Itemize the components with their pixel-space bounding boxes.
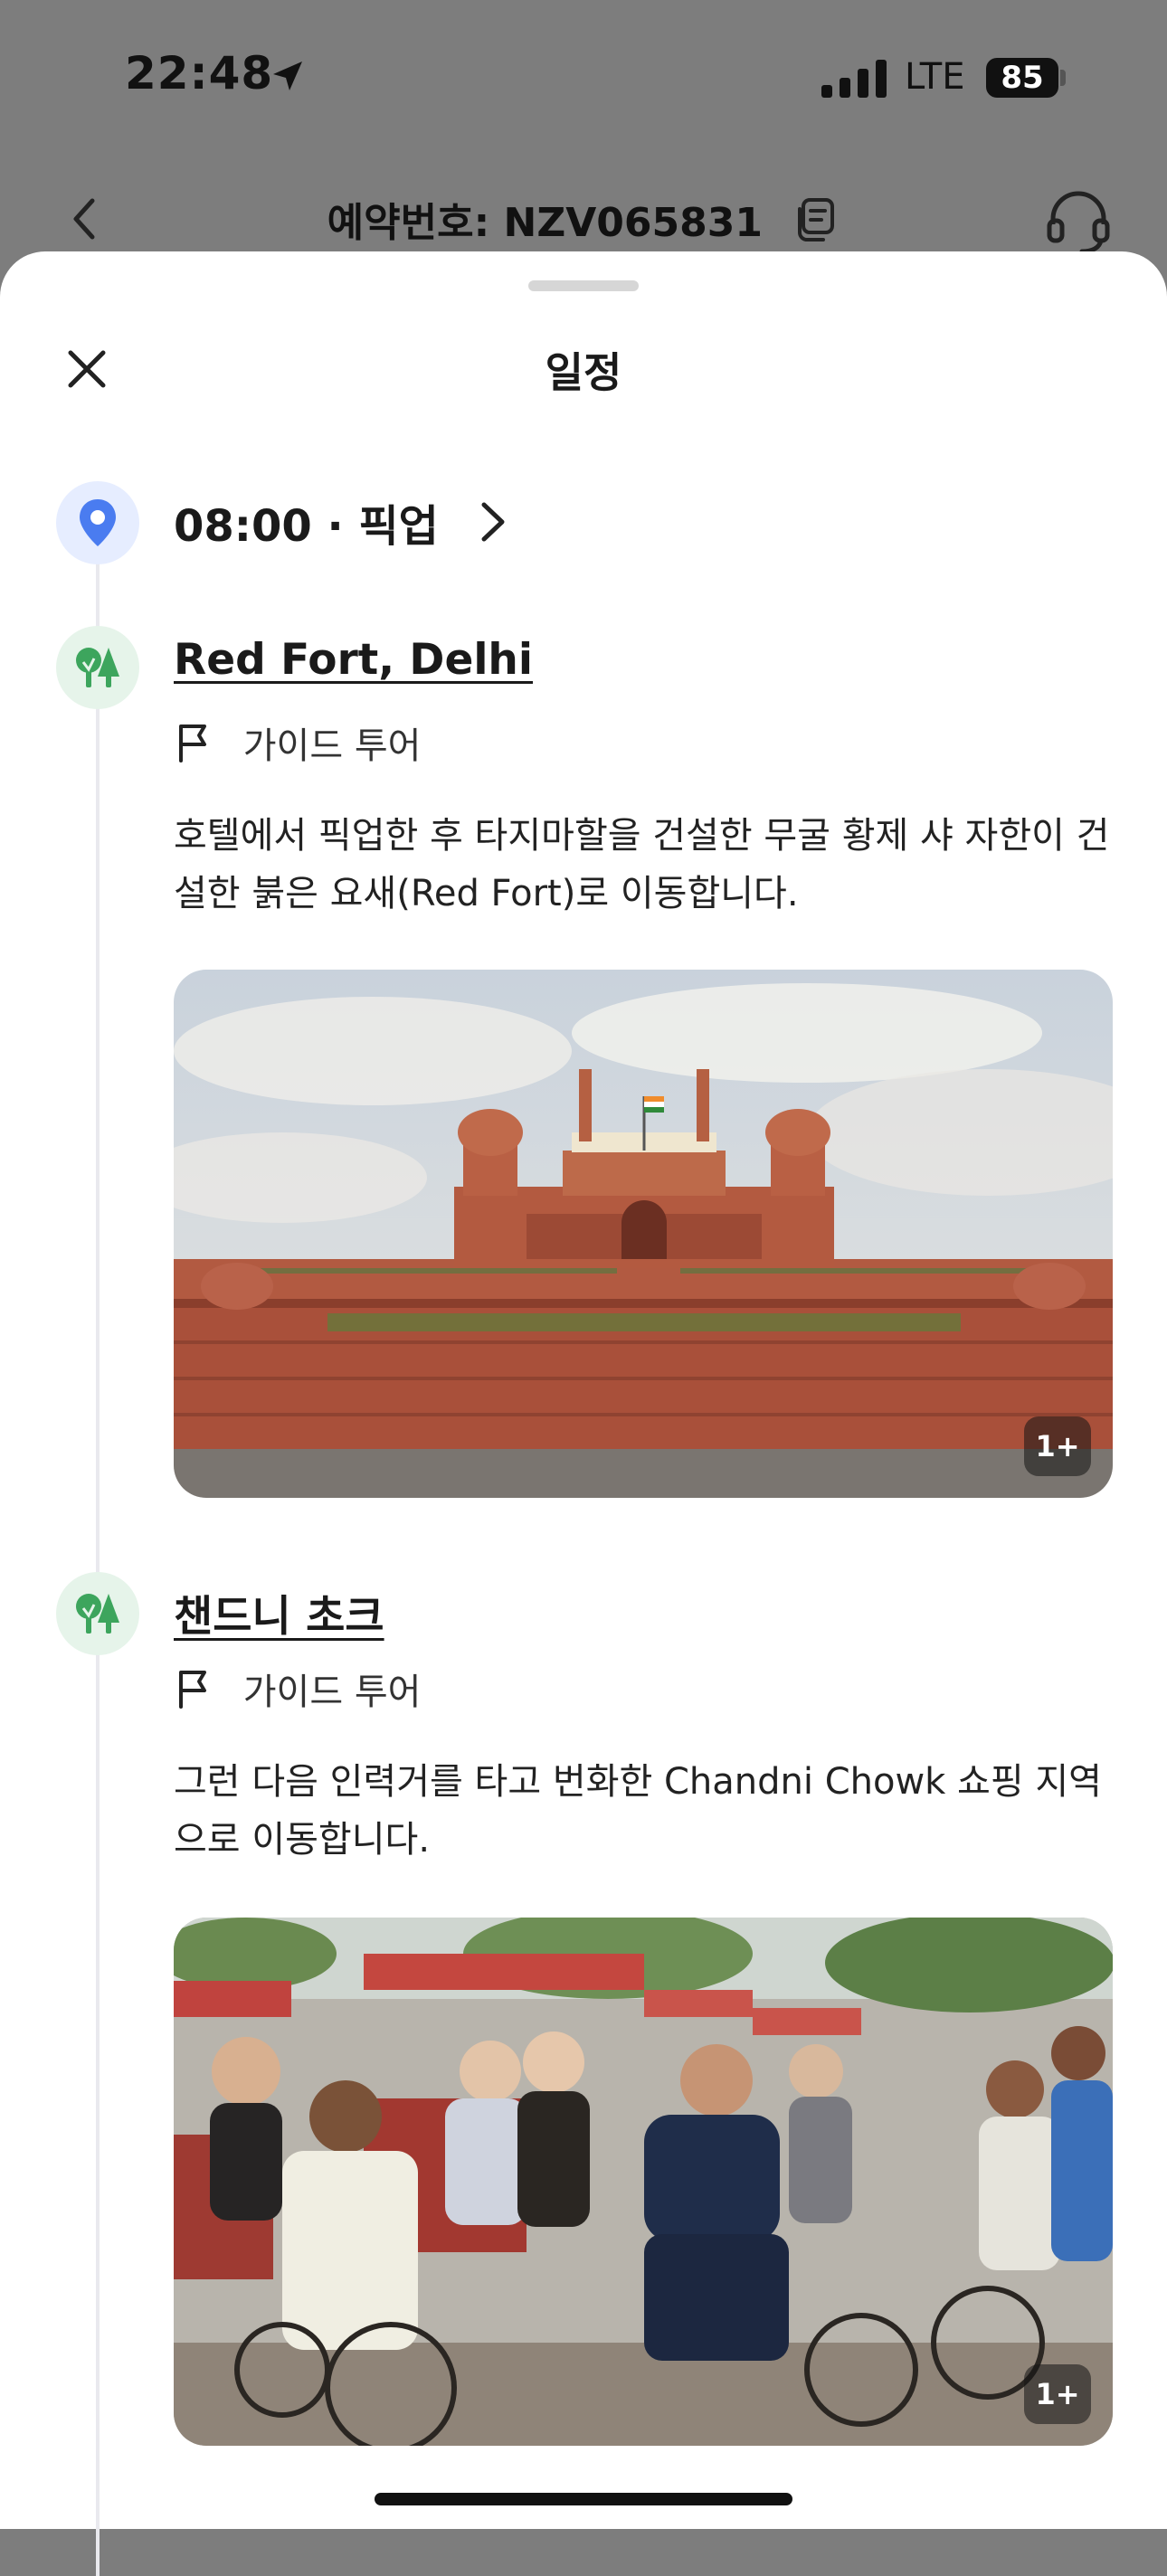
sheet-drag-handle[interactable] <box>528 280 639 291</box>
stop-tag: 가이드 투어 <box>174 716 421 769</box>
location-arrow-icon <box>273 62 302 90</box>
booking-number-text: 예약번호: NZV065831 <box>327 200 763 246</box>
itinerary-sheet: 일정 08:00 · 픽업 Red Fort, Delhi 가이드 투어 호텔에… <box>0 251 1167 2576</box>
flag-icon <box>179 1671 206 1709</box>
home-indicator <box>375 2493 792 2505</box>
pickup-link[interactable]: 08:00 · 픽업 <box>174 490 509 554</box>
booking-number: 예약번호: NZV065831 <box>0 190 1167 248</box>
stop-photo[interactable]: 1+ <box>174 970 1113 1498</box>
photo-count-badge: 1+ <box>1024 1416 1091 1476</box>
stop-title-link[interactable]: Red Fort, Delhi <box>174 635 533 685</box>
network-type: LTE <box>905 56 965 98</box>
cellular-signal-icon <box>821 60 887 98</box>
stop-description: 호텔에서 픽업한 후 타지마할을 건설한 무굴 황제 샤 자한이 건설한 붉은 … <box>174 815 1110 914</box>
stop-marker <box>56 1572 139 1655</box>
timeline-line <box>96 541 100 2576</box>
stop-photo[interactable]: 1+ <box>174 1918 1113 2446</box>
stop-tag-label: 가이드 투어 <box>242 1672 422 1713</box>
copy-icon[interactable] <box>791 194 840 243</box>
chevron-right-icon <box>481 502 505 542</box>
stop-tag-label: 가이드 투어 <box>242 725 422 767</box>
battery-icon: 85 <box>986 58 1058 98</box>
status-time: 22:48 <box>125 47 274 99</box>
park-trees-icon <box>76 648 119 687</box>
stop-marker <box>56 626 139 709</box>
flag-icon <box>179 724 206 762</box>
stop-title-link[interactable]: 챈드니 초크 <box>174 1581 384 1643</box>
location-pin-icon <box>80 499 116 546</box>
pickup-marker <box>56 481 139 564</box>
sheet-title: 일정 <box>545 348 622 397</box>
rickshaw-group-photo <box>174 1918 1113 2446</box>
stop-description: 그런 다음 인력거를 타고 번화한 Chandni Chowk 쇼핑 지역으로 … <box>174 1761 1102 1861</box>
stop-tag: 가이드 투어 <box>174 1662 421 1715</box>
battery-tip <box>1060 70 1066 86</box>
red-fort-photo <box>174 970 1113 1498</box>
support-headset-icon[interactable] <box>1042 186 1115 259</box>
pickup-label: 08:00 · 픽업 <box>174 501 439 552</box>
photo-count-badge: 1+ <box>1024 2364 1091 2424</box>
status-bar: 22:48 LTE 85 <box>0 0 1167 163</box>
park-trees-icon <box>76 1594 119 1634</box>
